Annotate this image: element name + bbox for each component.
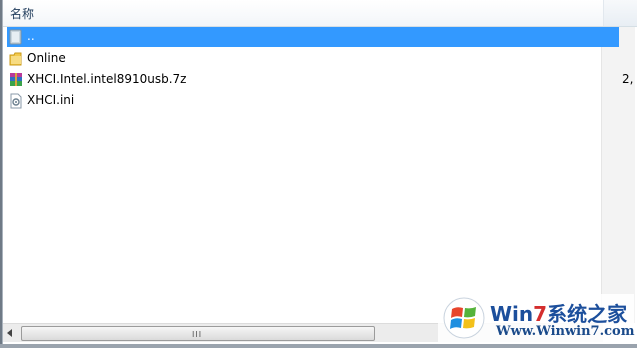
list-item-folder[interactable]: Online [7,49,619,69]
file-list-window: 名称 .. Online XHCI.Intel.intel8910usb.7z … [0,0,637,348]
list-item-ini-file[interactable]: XHCI.ini [7,91,619,111]
windows-logo-icon [442,296,486,340]
list-item-archive[interactable]: XHCI.Intel.intel8910usb.7z [7,70,619,90]
config-file-icon [9,93,23,109]
list-item-label: .. [27,29,35,43]
folder-up-icon [9,29,23,45]
list-item-label: Online [27,51,66,65]
list-item-label: XHCI.ini [27,93,75,107]
folder-icon [9,51,23,67]
scroll-grip: III [192,330,203,339]
window-frame-left-inner [2,0,3,348]
scroll-left-arrow-icon[interactable] [7,329,12,337]
list-item-label: XHCI.Intel.intel8910usb.7z [27,72,187,86]
window-frame-bottom [0,344,637,348]
archive-size-value: 2, [622,72,634,86]
watermark: Win7系统之家 Www.Winwin7.com [438,294,634,342]
watermark-title: Win7系统之家 [490,302,628,326]
list-item-parent-folder[interactable]: .. [7,27,619,47]
column-header-name[interactable]: 名称 [10,5,34,22]
archive-icon [9,72,23,88]
watermark-url: Www.Winwin7.com [496,324,635,339]
column-header: 名称 [3,0,637,27]
column-header-filler [604,0,637,26]
horizontal-scroll-thumb[interactable]: III [21,326,375,341]
